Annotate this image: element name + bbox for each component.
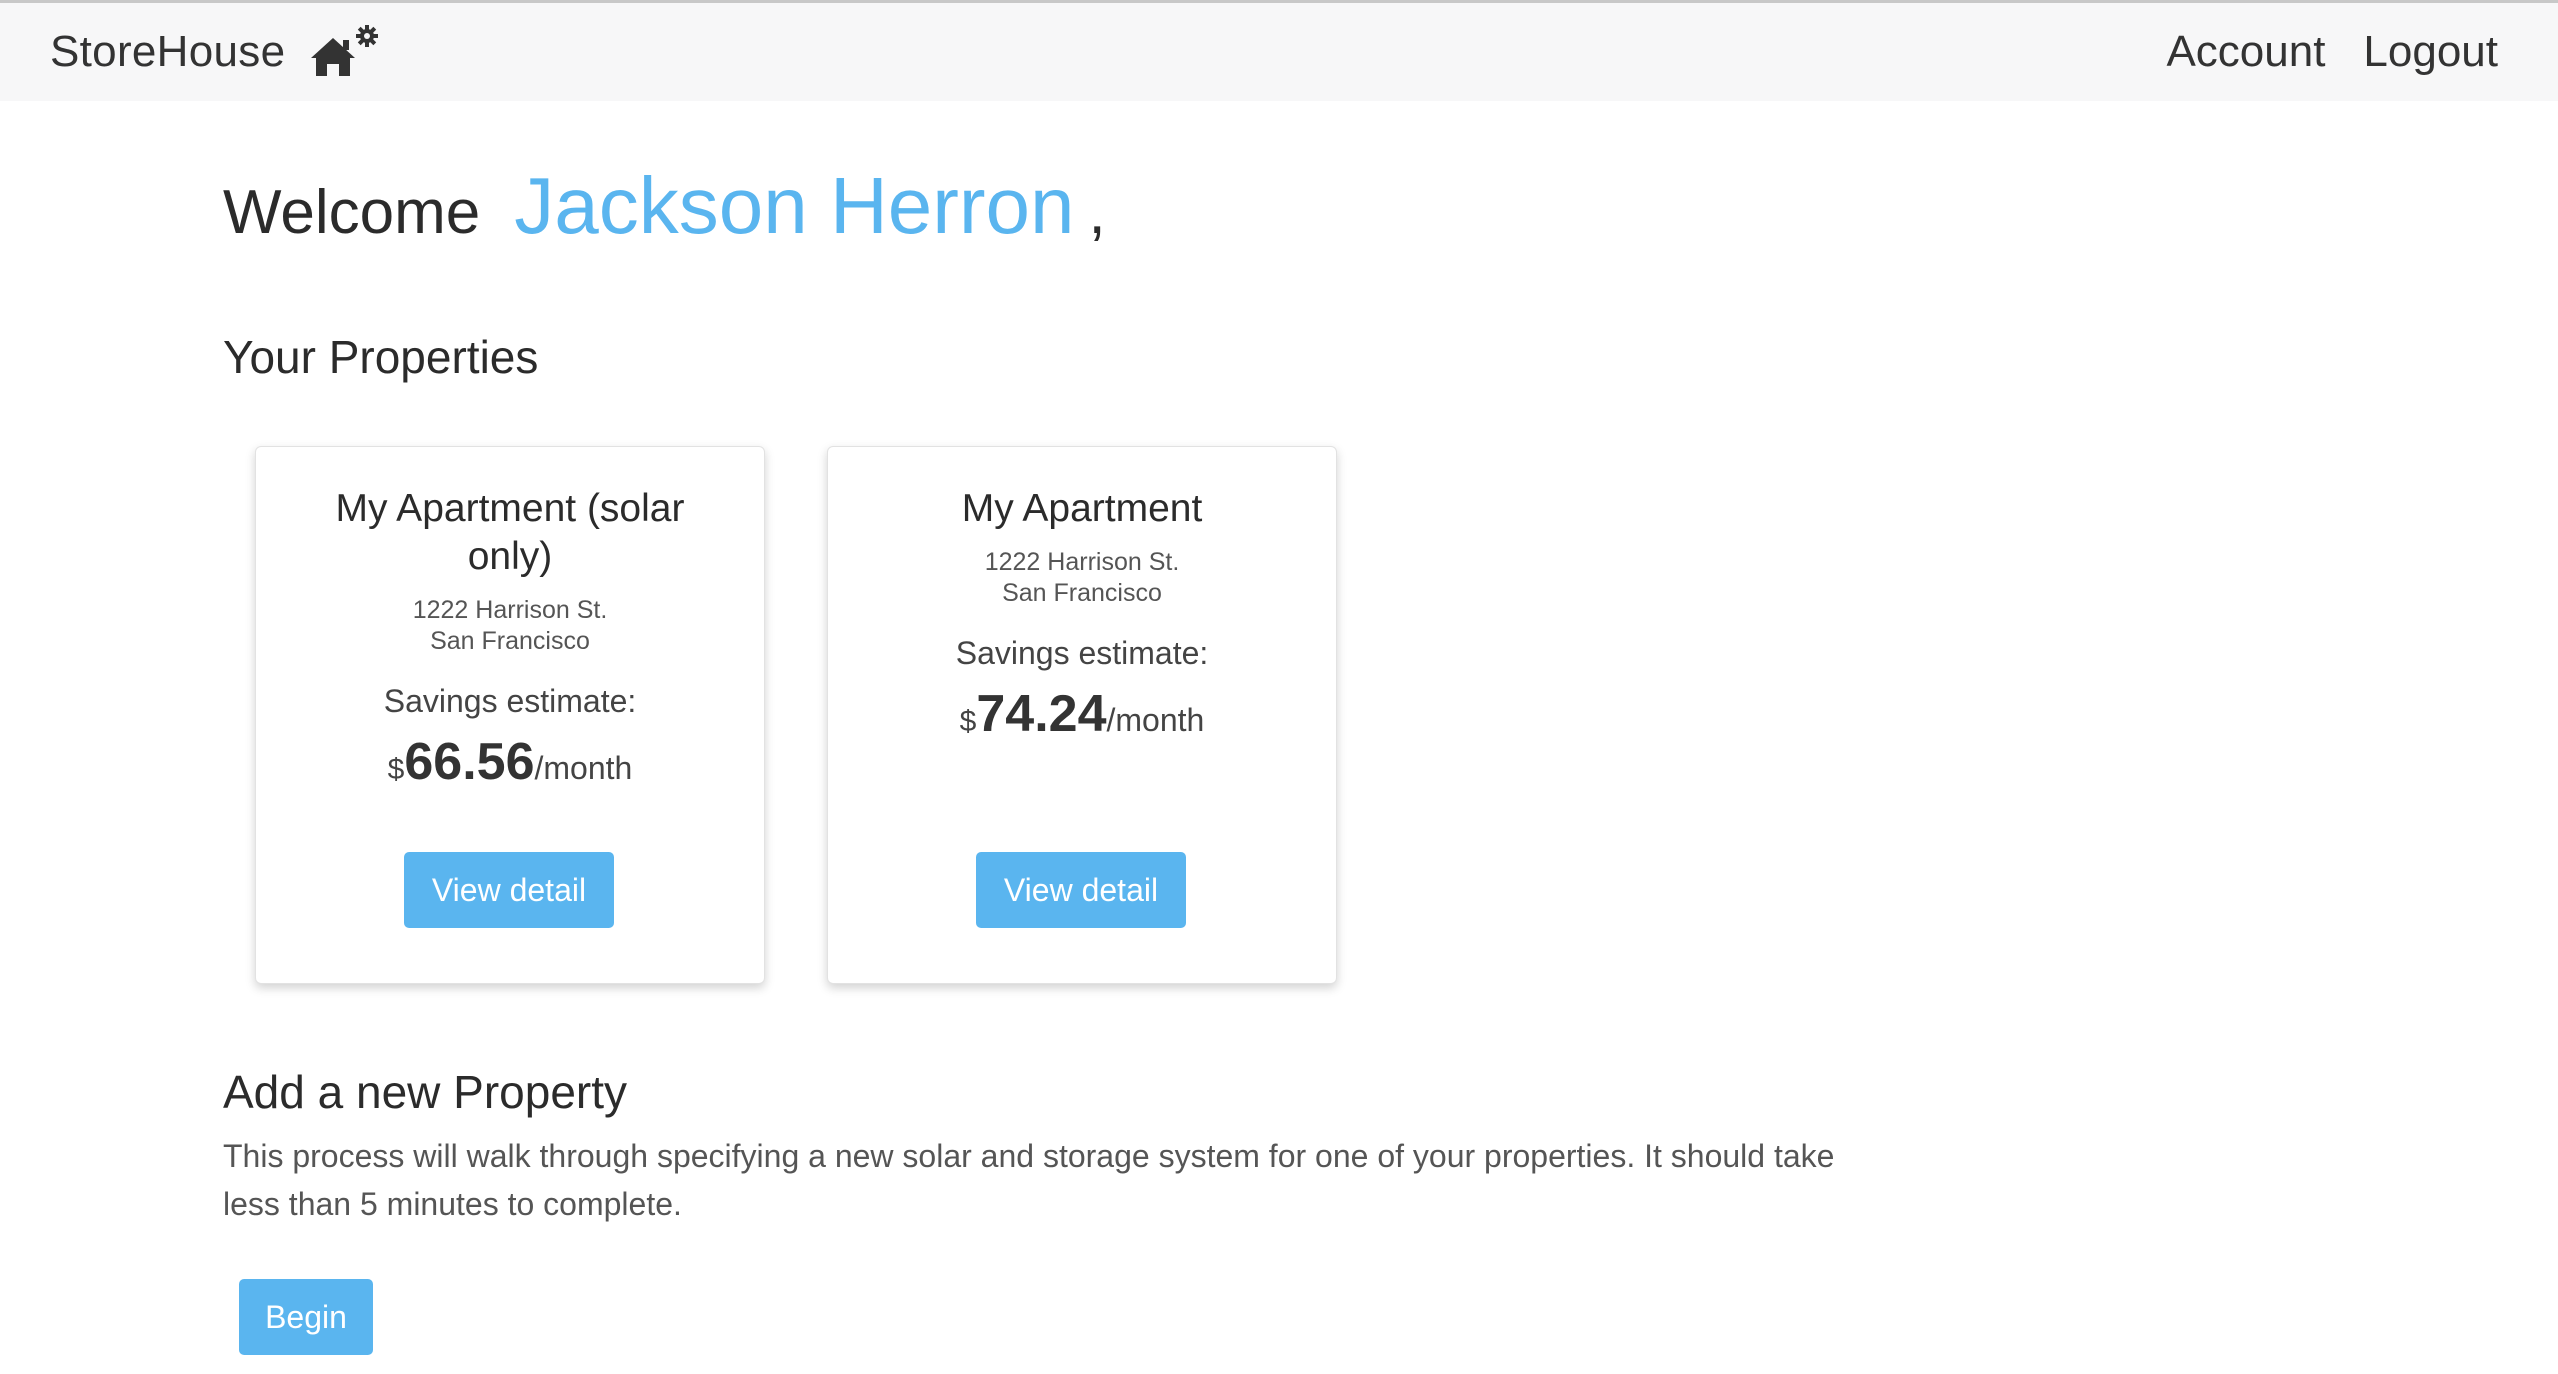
welcome-heading: Welcome Jackson Herron , [223,160,1106,252]
brand-name: StoreHouse [50,27,286,76]
account-link[interactable]: Account [2166,27,2325,77]
property-card: My Apartment 1222 Harrison St. San Franc… [827,446,1337,984]
property-address: 1222 Harrison St. San Francisco [828,547,1336,609]
user-name: Jackson Herron [514,161,1075,250]
address-city: San Francisco [430,627,590,655]
welcome-label: Welcome [223,178,481,247]
property-title: My Apartment (solar only) [335,487,685,578]
currency-symbol: $ [387,753,405,786]
add-property-description: This process will walk through specifyin… [223,1138,1835,1222]
address-city: San Francisco [1002,579,1162,607]
logout-link[interactable]: Logout [2363,27,2498,77]
savings-label: Savings estimate: [955,635,1209,671]
savings-amount: 74.24 [976,685,1107,743]
your-properties-heading: Your Properties [223,331,539,383]
savings-period: /month [534,750,633,786]
welcome-comma: , [1088,178,1106,247]
add-property-heading: Add a new Property [223,1066,628,1118]
savings-amount: 66.56 [404,733,535,791]
view-detail-button[interactable]: View detail [976,852,1186,928]
currency-symbol: $ [959,705,977,738]
view-detail-button[interactable]: View detail [404,852,614,928]
house-gear-icon [311,25,379,76]
address-street: 1222 Harrison St. [984,548,1180,576]
address-street: 1222 Harrison St. [412,596,608,624]
savings-value: $66.56/month [256,732,764,792]
savings-label: Savings estimate: [383,683,637,719]
property-address: 1222 Harrison St. San Francisco [256,595,764,657]
brand-link[interactable]: StoreHouse [50,3,385,101]
property-card: My Apartment (solar only) 1222 Harrison … [255,446,765,984]
savings-period: /month [1106,702,1205,738]
savings-value: $74.24/month [828,684,1336,744]
property-title: My Apartment [961,487,1203,530]
begin-button[interactable]: Begin [239,1279,373,1355]
nav-links: Account Logout [2166,3,2498,101]
navbar: StoreHouse Account Logout [0,3,2558,101]
